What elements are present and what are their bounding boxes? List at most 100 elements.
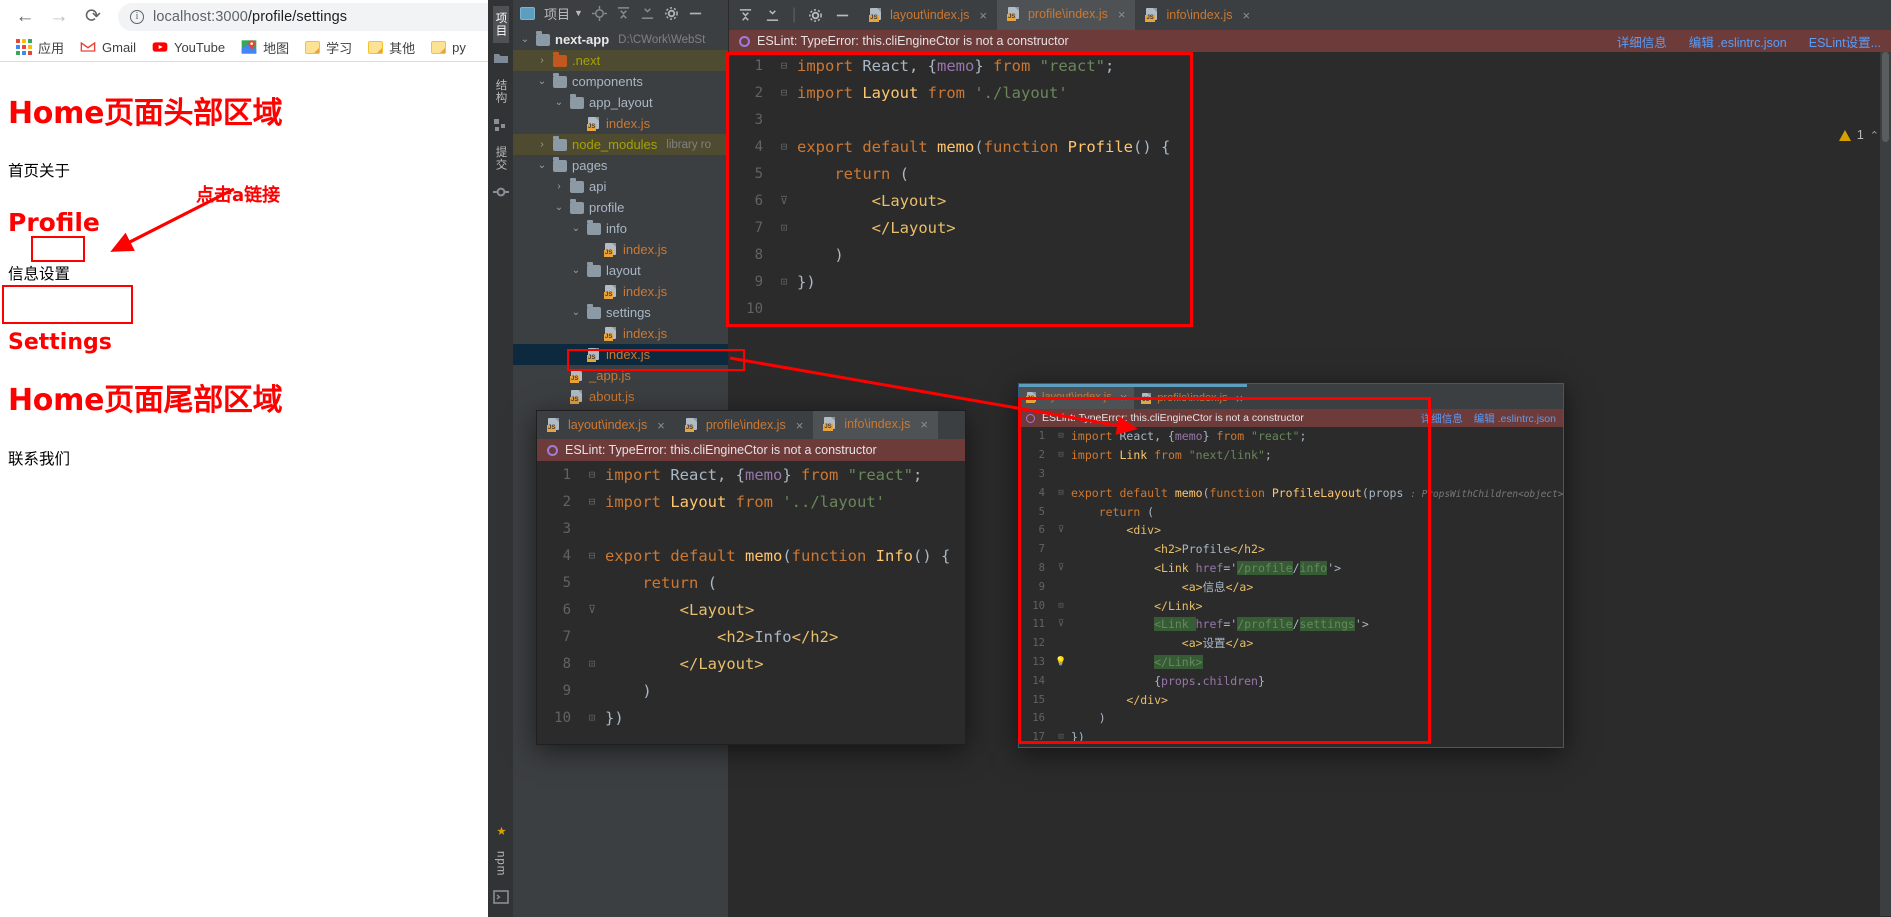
close-icon[interactable]: × bbox=[1242, 8, 1250, 23]
settings-gear-icon[interactable] bbox=[664, 6, 679, 21]
main-editor-tab-2[interactable]: JS info\index.js × bbox=[1135, 0, 1260, 30]
terminal-icon[interactable] bbox=[492, 889, 509, 905]
reload-button[interactable]: ⟳ bbox=[76, 2, 110, 32]
hide-icon[interactable] bbox=[688, 6, 703, 21]
code-fold-icon[interactable]: ⊡ bbox=[771, 275, 797, 288]
tree-row-aboutjs[interactable]: ›JSabout.js bbox=[513, 386, 728, 407]
code-fold-icon[interactable]: ⊟ bbox=[771, 86, 797, 99]
tool-tab-commit[interactable]: 提交 bbox=[493, 140, 509, 177]
close-icon[interactable]: × bbox=[920, 417, 928, 432]
eslint-link-details[interactable]: 详细信息 bbox=[1421, 411, 1463, 426]
code-fold-icon[interactable]: ⊟ bbox=[771, 140, 797, 153]
tool-tab-favorites[interactable]: ★ bbox=[494, 818, 508, 845]
tree-row-next-app[interactable]: ⌄ next-app D:\CWork\WebSt bbox=[513, 29, 728, 50]
chevron-right-icon[interactable]: › bbox=[536, 139, 548, 150]
chevron-down-icon[interactable]: ⌄ bbox=[536, 160, 548, 171]
chevron-down-icon[interactable]: ⌄ bbox=[570, 265, 582, 276]
chevron-right-icon[interactable]: › bbox=[536, 55, 548, 66]
link-settings[interactable]: 设置 bbox=[39, 265, 70, 283]
layout-window-tab-0[interactable]: JS layout\index.js × bbox=[1019, 387, 1135, 409]
tree-row-indexjs[interactable]: ›JSindex.js bbox=[513, 344, 728, 365]
forward-button[interactable]: → bbox=[42, 2, 76, 32]
close-icon[interactable]: × bbox=[657, 418, 665, 433]
main-editor-tab-1[interactable]: JS profile\index.js × bbox=[996, 0, 1136, 30]
close-icon[interactable]: × bbox=[796, 418, 804, 433]
code-fold-icon[interactable]: ⊡ bbox=[579, 657, 605, 670]
site-info-icon[interactable]: i bbox=[130, 9, 144, 24]
project-file-tree[interactable]: ⌄ next-app D:\CWork\WebSt › .next ⌄ components… bbox=[513, 26, 728, 407]
tree-row-settings[interactable]: ⌄ settings bbox=[513, 302, 728, 323]
code-fold-icon[interactable]: ⊡ bbox=[579, 711, 605, 724]
close-icon[interactable]: × bbox=[1118, 7, 1126, 22]
main-editor-tab-0[interactable]: JS layout\index.js × bbox=[859, 0, 997, 30]
collapse-all-icon[interactable] bbox=[738, 8, 753, 23]
layout-window-tab-1[interactable]: JS profile\index.js × bbox=[1134, 387, 1250, 409]
tree-row-indexjs[interactable]: ›JSindex.js bbox=[513, 323, 728, 344]
tree-row-api[interactable]: › api bbox=[513, 176, 728, 197]
bookmark-maps[interactable]: 地图 bbox=[234, 35, 296, 59]
code-fold-icon[interactable]: ⊽ bbox=[771, 194, 797, 207]
tool-tab-npm[interactable]: npm bbox=[495, 845, 507, 882]
tree-row-components[interactable]: ⌄ components bbox=[513, 71, 728, 92]
tree-row-_appjs[interactable]: ›JS_app.js bbox=[513, 365, 728, 386]
tree-row-indexjs[interactable]: ›JSindex.js bbox=[513, 113, 728, 134]
tree-row-node_modules[interactable]: › node_modules library ro bbox=[513, 134, 728, 155]
tree-row-layout[interactable]: ⌄ layout bbox=[513, 260, 728, 281]
tree-row-indexjs[interactable]: ›JSindex.js bbox=[513, 239, 728, 260]
tree-row-profile[interactable]: ⌄ profile bbox=[513, 197, 728, 218]
info-window-tab-0[interactable]: JS layout\index.js × bbox=[537, 411, 675, 439]
close-icon[interactable]: × bbox=[1120, 390, 1128, 405]
tree-row-pages[interactable]: ⌄ pages bbox=[513, 155, 728, 176]
code-fold-icon[interactable]: ⊽ bbox=[1051, 563, 1071, 573]
inspection-widget[interactable]: 1 ⌃ bbox=[1838, 128, 1879, 142]
code-fold-icon[interactable]: ⊟ bbox=[579, 495, 605, 508]
code-fold-icon[interactable]: ⊽ bbox=[1051, 525, 1071, 535]
code-fold-icon[interactable]: ⊟ bbox=[771, 59, 797, 72]
locate-icon[interactable] bbox=[591, 5, 607, 21]
chevron-up-icon[interactable]: ⌃ bbox=[1870, 129, 1879, 142]
tool-tab-structure[interactable]: 结构 bbox=[493, 73, 509, 110]
info-window-tab-1[interactable]: JS profile\index.js × bbox=[675, 411, 814, 439]
folder-small-icon[interactable] bbox=[493, 50, 509, 66]
eslint-link-edit-config[interactable]: 编辑 .eslintrc.json bbox=[1474, 411, 1556, 426]
code-fold-icon[interactable]: ⊟ bbox=[1051, 488, 1071, 498]
editor-scrollbar[interactable] bbox=[1880, 52, 1891, 916]
tree-row-indexjs[interactable]: ›JSindex.js bbox=[513, 281, 728, 302]
bookmark-youtube[interactable]: YouTube bbox=[145, 35, 232, 59]
commit-icon[interactable] bbox=[492, 184, 509, 200]
bookmark-py[interactable]: py bbox=[424, 35, 473, 59]
expand-icon[interactable] bbox=[640, 6, 655, 21]
code-fold-icon[interactable]: ⊟ bbox=[579, 468, 605, 481]
chevron-down-icon[interactable]: ⌄ bbox=[553, 202, 565, 213]
code-fold-icon[interactable]: ⊟ bbox=[1051, 431, 1071, 441]
bookmark-study[interactable]: 学习 bbox=[298, 35, 359, 59]
bookmark-other[interactable]: 其他 bbox=[361, 35, 422, 59]
code-fold-icon[interactable]: ⊟ bbox=[579, 549, 605, 562]
eslint-link-details[interactable]: 详细信息 bbox=[1617, 32, 1667, 51]
code-fold-icon[interactable]: ⊽ bbox=[1051, 619, 1071, 629]
chevron-down-icon[interactable]: ⌄ bbox=[536, 76, 548, 87]
tool-tab-project[interactable]: 项目 bbox=[492, 6, 509, 43]
close-icon[interactable]: × bbox=[1236, 391, 1244, 406]
eslint-link-settings[interactable]: ESLint设置... bbox=[1809, 32, 1881, 51]
info-code-area[interactable]: 1 ⊟ import React, {memo} from "react"; 2 ⊟ im… bbox=[537, 461, 965, 744]
code-fold-icon[interactable]: ⊡ bbox=[1051, 601, 1071, 611]
profile-layout-code-area[interactable]: 1 ⊟ import React, {memo} from "react"; 2 ⊟ im… bbox=[1019, 427, 1563, 747]
settings-gear-icon[interactable] bbox=[808, 8, 823, 23]
main-code-area[interactable]: 1 ⊟ import React, {memo} from "react"; 2 ⊟ im… bbox=[729, 52, 1891, 382]
tree-row-info[interactable]: ⌄ info bbox=[513, 218, 728, 239]
expand-icon[interactable] bbox=[765, 8, 780, 23]
collapse-all-icon[interactable] bbox=[616, 6, 631, 21]
lightbulb-icon[interactable]: 💡 bbox=[1051, 657, 1071, 667]
chevron-right-icon[interactable]: › bbox=[553, 181, 565, 192]
code-fold-icon[interactable]: ⊡ bbox=[771, 221, 797, 234]
chevron-down-icon[interactable]: ⌄ bbox=[553, 97, 565, 108]
chevron-down-icon[interactable]: ⌄ bbox=[519, 34, 531, 45]
chevron-down-icon[interactable]: ⌄ bbox=[570, 223, 582, 234]
code-fold-icon[interactable]: ⊟ bbox=[1051, 450, 1071, 460]
code-fold-icon[interactable]: ⊡ bbox=[1051, 732, 1071, 742]
info-window-tab-2[interactable]: JS info\index.js × bbox=[813, 411, 938, 439]
tree-row-app_layout[interactable]: ⌄ app_layout bbox=[513, 92, 728, 113]
structure-icon[interactable] bbox=[493, 117, 509, 133]
chevron-down-icon[interactable]: ▼ bbox=[574, 8, 583, 18]
